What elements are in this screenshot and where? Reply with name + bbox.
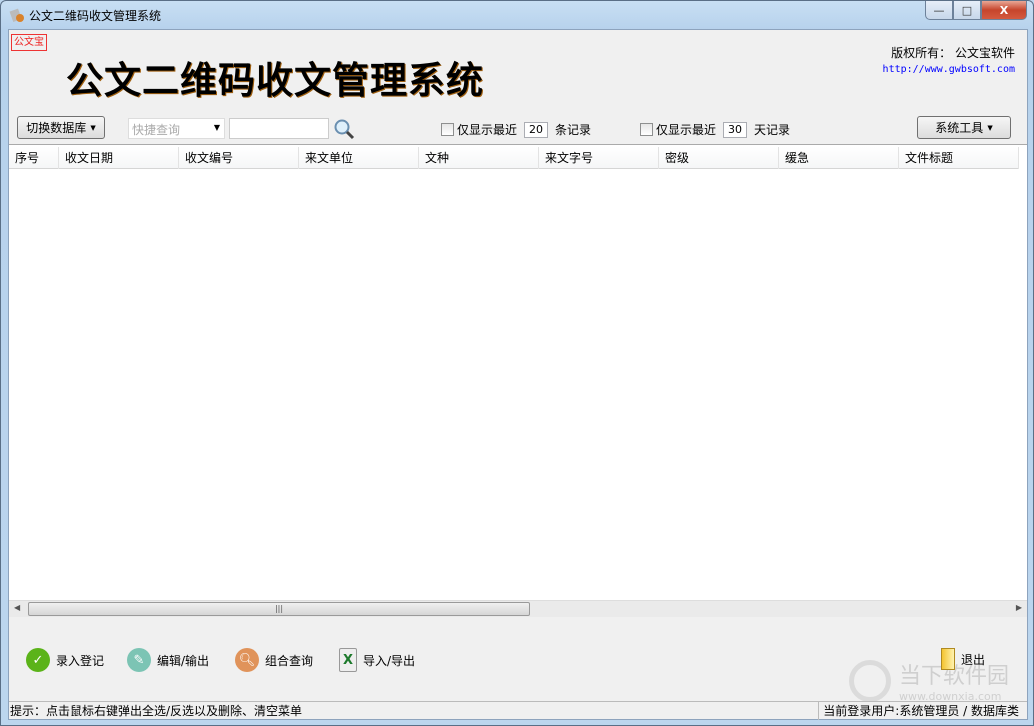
exit-label: 退出 [961,652,986,667]
recent-days-label: 仅显示最近 [656,123,717,137]
status-hint: 提示：点击鼠标右键弹出全选/反选以及删除、清空菜单 [10,704,303,718]
horizontal-scrollbar[interactable]: ◀ ||| ▶ [9,600,1027,617]
search-icon[interactable] [333,118,355,140]
main-window: 公文二维码收文管理系统 — □ X 公文宝 公文二维码收文管理系统 版权所有： … [0,0,1034,726]
quick-query-placeholder: 快捷查询 [132,123,181,137]
recent-records-suffix: 条记录 [555,123,592,137]
logo-stamp: 公文宝 [11,34,47,51]
system-tools-button[interactable]: 系统工具 ▼ [917,116,1011,139]
column-header[interactable]: 文种 [419,147,539,169]
scrollbar-thumb[interactable]: ||| [28,602,530,616]
website-link[interactable]: http://www.gwbsoft.com [883,64,1015,75]
dropdown-arrow-icon: ▼ [90,123,96,132]
recent-records-checkbox[interactable] [441,123,454,136]
chevron-down-icon: ▼ [213,123,220,132]
exit-button[interactable]: 退出 [941,648,985,670]
search-input[interactable] [229,118,329,139]
close-button[interactable]: X [981,1,1027,20]
scroll-right-icon[interactable]: ▶ [1016,603,1022,612]
recent-records-label: 仅显示最近 [457,123,518,137]
window-title: 公文二维码收文管理系统 [29,9,162,23]
import-export-button[interactable]: X 导入/导出 [339,648,415,672]
dropdown-arrow-icon: ▼ [987,123,993,132]
quick-query-select[interactable]: 快捷查询 ▼ [128,118,225,139]
recent-days-count-input[interactable]: 30 [723,121,748,138]
status-bar: 提示：点击鼠标右键弹出全选/反选以及删除、清空菜单 当前登录用户:系统管理员 /… [9,701,1027,720]
edit-output-label: 编辑/输出 [157,653,210,668]
switch-database-button[interactable]: 切换数据库 ▼ [17,116,105,139]
column-header[interactable]: 来文单位 [299,147,419,169]
filter-recent-records: 仅显示最近 20 条记录 [441,121,591,138]
combo-query-label: 组合查询 [265,653,314,668]
filter-recent-days: 仅显示最近 30 天记录 [640,121,790,138]
minimize-button[interactable]: — [925,1,953,20]
table-header: 序号 收文日期 收文编号 来文单位 文种 来文字号 密级 缓急 文件标题 [9,147,1019,169]
combo-query-button[interactable]: 🔍︎ 组合查询 [235,648,313,672]
column-header[interactable]: 密级 [659,147,779,169]
title-bar: 公文二维码收文管理系统 — □ X [1,1,1033,29]
edit-pencil-icon: ✎ [127,648,151,672]
recent-days-suffix: 天记录 [754,123,791,137]
recent-records-count-input[interactable]: 20 [524,121,549,138]
column-header[interactable]: 序号 [9,147,59,169]
import-export-label: 导入/导出 [363,653,416,668]
records-table[interactable]: 序号 收文日期 收文编号 来文单位 文种 来文字号 密级 缓急 文件标题 ◀ |… [9,144,1027,617]
register-button[interactable]: ✓ 录入登记 [26,648,104,672]
system-tools-label: 系统工具 [935,121,984,135]
status-user: 当前登录用户:系统管理员 / 数据库类 [818,702,1019,720]
edit-output-button[interactable]: ✎ 编辑/输出 [127,648,209,672]
register-label: 录入登记 [56,653,105,668]
switch-database-label: 切换数据库 [26,121,87,135]
client-area: 公文宝 公文二维码收文管理系统 版权所有： 公文宝软件 http://www.g… [8,29,1028,720]
app-title: 公文二维码收文管理系统 [66,58,484,102]
maximize-button[interactable]: □ [953,1,981,20]
magnifier-icon: 🔍︎ [235,648,259,672]
app-icon [9,8,24,23]
recent-days-checkbox[interactable] [640,123,653,136]
checkmark-icon: ✓ [26,648,50,672]
column-header[interactable]: 缓急 [779,147,899,169]
exit-door-icon [941,648,955,670]
column-header[interactable]: 文件标题 [899,147,1019,169]
column-header[interactable]: 收文编号 [179,147,299,169]
scroll-left-icon[interactable]: ◀ [14,603,20,612]
column-header[interactable]: 收文日期 [59,147,179,169]
copyright: 版权所有： 公文宝软件 [891,46,1015,60]
excel-icon: X [339,648,357,672]
column-header[interactable]: 来文字号 [539,147,659,169]
